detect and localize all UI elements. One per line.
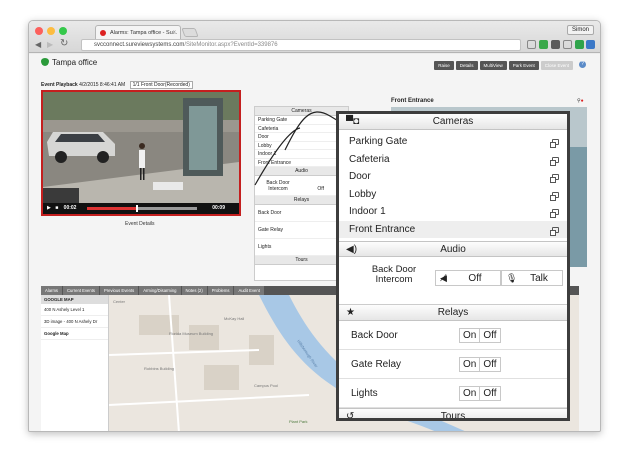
popout-icon[interactable] xyxy=(550,191,559,201)
relays-header: ★ Relays xyxy=(339,305,567,321)
relay-row-lights: Lights On Off xyxy=(339,379,567,408)
audio-talk-button[interactable]: 🎙 Talk xyxy=(501,270,563,286)
relay-on-button[interactable]: On xyxy=(460,358,479,371)
tours-header: ↺ Tours xyxy=(339,408,567,421)
camera-item-label: Indoor 1 xyxy=(349,206,386,217)
relay-label: Lights xyxy=(351,388,378,399)
audio-title: Audio xyxy=(440,244,466,255)
cameras-header: ▀◘ Cameras xyxy=(339,114,567,130)
tours-icon: ↺ xyxy=(346,411,355,421)
audio-row: Back Door Intercom ◀̸ Off 🎙 Talk xyxy=(339,257,567,305)
relays-title: Relays xyxy=(437,307,469,318)
camera-item-label: Lobby xyxy=(349,188,377,200)
popout-icon[interactable] xyxy=(550,226,559,236)
relay-row-gate-relay: Gate Relay On Off xyxy=(339,350,567,379)
relay-toggle: On Off xyxy=(459,386,501,401)
tours-title: Tours xyxy=(440,411,466,421)
relay-on-button[interactable]: On xyxy=(460,329,479,342)
camera-item-front-entrance[interactable]: Front Entrance xyxy=(339,220,567,238)
relay-toggle: On Off xyxy=(459,328,501,343)
camera-item-door[interactable]: Door xyxy=(339,168,567,186)
microphone-muted-icon: 🎙 xyxy=(506,273,518,283)
cameras-title: Cameras xyxy=(432,116,474,127)
relay-toggle: On Off xyxy=(459,357,501,372)
relay-label: Back Door xyxy=(351,330,398,341)
popout-icon[interactable] xyxy=(550,139,559,148)
camera-item-cafeteria[interactable]: Cafeteria xyxy=(339,151,567,169)
camera-item-lobby[interactable]: Lobby xyxy=(339,186,567,204)
relay-off-button[interactable]: Off xyxy=(479,329,499,342)
popout-icon[interactable] xyxy=(550,174,559,183)
relay-label: Gate Relay xyxy=(351,359,402,370)
device-control-panel-zoomed: ▀◘ Cameras Parking Gate Cafeteria Door L… xyxy=(336,111,570,421)
relay-off-button[interactable]: Off xyxy=(479,387,499,400)
camera-list: Parking Gate Cafeteria Door Lobby Indoor… xyxy=(339,130,567,238)
speaker-muted-icon: ◀̸ xyxy=(440,273,447,283)
relay-on-button[interactable]: On xyxy=(460,387,479,400)
camera-item-label: Front Entrance xyxy=(349,223,416,235)
camera-item-label: Parking Gate xyxy=(349,136,408,147)
star-icon: ★ xyxy=(346,307,355,318)
relay-off-button[interactable]: Off xyxy=(479,358,499,371)
camera-item-label: Cafeteria xyxy=(349,153,390,165)
audio-device-label: Back Door Intercom xyxy=(371,264,417,285)
speaker-icon: ◀) xyxy=(346,244,358,255)
popout-icon[interactable] xyxy=(550,209,559,218)
camera-item-indoor-1[interactable]: Indoor 1 xyxy=(339,203,567,221)
camera-icon: ▀◘ xyxy=(346,116,360,127)
camera-item-parking-gate[interactable]: Parking Gate xyxy=(339,133,567,151)
audio-off-label: Off xyxy=(468,273,482,284)
audio-header: ◀) Audio xyxy=(339,241,567,257)
camera-item-label: Door xyxy=(349,171,371,182)
audio-talk-label: Talk xyxy=(530,273,548,284)
popout-icon[interactable] xyxy=(550,156,559,166)
audio-off-button[interactable]: ◀̸ Off xyxy=(435,270,501,286)
relay-row-back-door: Back Door On Off xyxy=(339,321,567,350)
